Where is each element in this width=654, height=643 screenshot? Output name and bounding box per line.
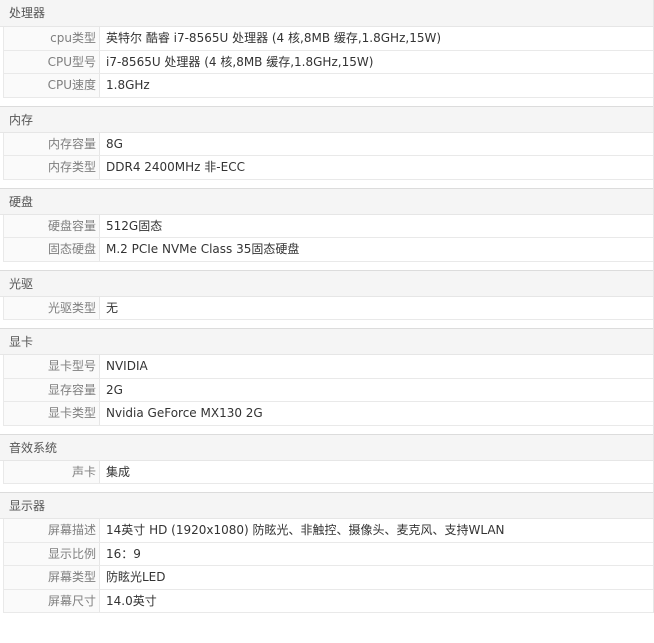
spec-row: 屏幕尺寸 14.0英寸 xyxy=(3,589,653,613)
spec-row: CPU速度 1.8GHz xyxy=(3,74,653,98)
section-title: 显示器 xyxy=(0,492,653,519)
spec-value: 8G xyxy=(106,136,123,151)
spec-label: 显卡类型 xyxy=(4,402,100,425)
spec-value: Nvidia GeForce MX130 2G xyxy=(106,406,263,420)
spec-row: 显存容量 2G xyxy=(3,378,653,402)
section-graphics: 显卡 显卡型号 NVIDIA 显存容量 2G 显卡类型 Nvidia GeFor… xyxy=(0,328,653,426)
spec-label: 内存类型 xyxy=(4,156,100,179)
spec-label: 显示比例 xyxy=(4,542,100,565)
section-display: 显示器 屏幕描述 14英寸 HD (1920x1080) 防眩光、非触控、摄像头… xyxy=(0,492,653,613)
spec-row: cpu类型 英特尔 酷睿 i7-8565U 处理器 (4 核,8MB 缓存,1.… xyxy=(3,27,653,51)
spec-label: 声卡 xyxy=(4,460,100,483)
spec-value: 无 xyxy=(106,300,119,315)
spec-row: 屏幕类型 防眩光LED xyxy=(3,566,653,590)
spec-value: 英特尔 酷睿 i7-8565U 处理器 (4 核,8MB 缓存,1.8GHz,1… xyxy=(106,31,442,45)
spec-label: 固态硬盘 xyxy=(4,238,100,261)
spec-value: 16：9 xyxy=(106,546,141,561)
spec-row: 光驱类型 无 xyxy=(3,296,653,320)
section-audio: 音效系统 声卡 集成 xyxy=(0,433,653,484)
spec-value: 1.8GHz xyxy=(106,78,150,92)
spec-label: 显存容量 xyxy=(4,378,100,401)
spec-label: 硬盘容量 xyxy=(4,214,100,237)
spec-value: 512G固态 xyxy=(106,218,163,233)
spec-value: 14英寸 HD (1920x1080) 防眩光、非触控、摄像头、麦克风、支持WL… xyxy=(106,523,505,537)
spec-label: 屏幕类型 xyxy=(4,566,100,589)
section-title: 显卡 xyxy=(0,328,653,355)
spec-row: 屏幕描述 14英寸 HD (1920x1080) 防眩光、非触控、摄像头、麦克风… xyxy=(3,519,653,543)
spec-table: 处理器 cpu类型 英特尔 酷睿 i7-8565U 处理器 (4 核,8MB 缓… xyxy=(0,0,654,613)
section-title: 硬盘 xyxy=(0,187,653,215)
spec-label: 屏幕描述 xyxy=(4,519,100,542)
section-title: 光驱 xyxy=(0,269,653,297)
spec-label: 光驱类型 xyxy=(4,296,100,319)
spec-value: i7-8565U 处理器 (4 核,8MB 缓存,1.8GHz,15W) xyxy=(106,54,374,69)
spec-value: 防眩光LED xyxy=(106,570,166,584)
spec-label: CPU型号 xyxy=(4,50,100,73)
spec-value: 2G xyxy=(106,382,123,397)
spec-row: 内存类型 DDR4 2400MHz 非-ECC xyxy=(3,156,653,180)
section-title: 音效系统 xyxy=(0,433,653,461)
spec-row: 显示比例 16：9 xyxy=(3,542,653,566)
spec-value: NVIDIA xyxy=(106,359,148,373)
section-optical: 光驱 光驱类型 无 xyxy=(0,269,653,320)
spec-value: DDR4 2400MHz 非-ECC xyxy=(106,160,245,174)
spec-row: 显卡类型 Nvidia GeForce MX130 2G xyxy=(3,402,653,426)
section-title: 处理器 xyxy=(0,0,653,27)
spec-value: 14.0英寸 xyxy=(106,593,157,608)
spec-row: CPU型号 i7-8565U 处理器 (4 核,8MB 缓存,1.8GHz,15… xyxy=(3,50,653,74)
spec-row: 显卡型号 NVIDIA xyxy=(3,355,653,379)
spec-label: 屏幕尺寸 xyxy=(4,589,100,612)
section-memory: 内存 内存容量 8G 内存类型 DDR4 2400MHz 非-ECC xyxy=(0,105,653,180)
spec-row: 内存容量 8G xyxy=(3,132,653,156)
spec-label: CPU速度 xyxy=(4,74,100,97)
spec-row: 硬盘容量 512G固态 xyxy=(3,214,653,238)
section-title: 内存 xyxy=(0,105,653,133)
spec-label: 显卡型号 xyxy=(4,355,100,378)
section-processor: 处理器 cpu类型 英特尔 酷睿 i7-8565U 处理器 (4 核,8MB 缓… xyxy=(0,0,653,98)
spec-value: M.2 PCIe NVMe Class 35固态硬盘 xyxy=(106,242,300,256)
spec-row: 固态硬盘 M.2 PCIe NVMe Class 35固态硬盘 xyxy=(3,238,653,262)
spec-value: 集成 xyxy=(106,464,131,479)
spec-label: cpu类型 xyxy=(4,27,100,50)
spec-row: 声卡 集成 xyxy=(3,460,653,484)
spec-label: 内存容量 xyxy=(4,132,100,155)
section-storage: 硬盘 硬盘容量 512G固态 固态硬盘 M.2 PCIe NVMe Class … xyxy=(0,187,653,262)
